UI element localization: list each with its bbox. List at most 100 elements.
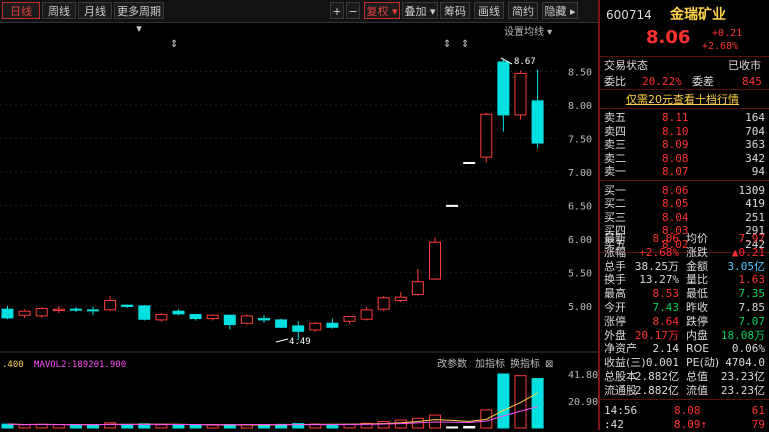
stat-row: 外盘 20.17万 内盘 18.08万 [600, 328, 769, 343]
candle-body [18, 310, 31, 316]
stat-value: 7.35 [738, 287, 766, 301]
stat-label: 总股本 [604, 370, 637, 383]
volume-bar [87, 424, 99, 429]
candle-body [394, 296, 407, 301]
tab-more-periods[interactable]: 更多周期 ▾ [114, 2, 164, 35]
candle-body [360, 309, 373, 320]
candle-body [258, 318, 270, 321]
ask-price: 8.07 [662, 165, 689, 178]
stat-label: 涨跌 [686, 245, 708, 259]
promo-link[interactable]: 仅需20元查看十档行情 [600, 92, 769, 107]
ask-row[interactable]: 卖一 8.07 94 [600, 164, 769, 179]
stat-label: 今开 [604, 301, 626, 314]
ask-volume: 94 [751, 165, 765, 178]
price-tick-label: 7.00 [568, 168, 592, 179]
stat-value: 2.14 [652, 342, 680, 356]
overlay-dropdown[interactable]: 叠加 ▾ [402, 2, 438, 19]
stat-row: 今开 7.43 昨收 7.85 [600, 300, 769, 315]
stat-row: 换手 13.27% 量比 1.63 [600, 272, 769, 287]
volume-bar [52, 424, 65, 429]
stat-value: ▲0.21 [731, 245, 765, 259]
stat-value: 4704.0 [725, 356, 765, 370]
stat-value: 18.08万 [720, 328, 765, 342]
stat-row: 收益(三) 0.001 PE(动) 4704.0 [600, 355, 769, 370]
tab-monthly[interactable]: 月线 [78, 2, 112, 19]
candle-body [292, 325, 305, 332]
stock-header: 600714 金瑞矿业 [600, 6, 769, 24]
fuquan-dropdown[interactable]: 复权 ▾ [364, 2, 400, 19]
candle-body [189, 314, 202, 320]
ma-settings-link[interactable]: 设置均线 ▾ [504, 25, 552, 38]
hide-panel-button[interactable]: 隐藏 ▸ [542, 2, 578, 19]
stat-label: 总值 [686, 370, 708, 383]
candle-body [87, 309, 99, 312]
volume-bar [69, 424, 82, 429]
weicha-value: 845 [742, 75, 762, 88]
candle-body [155, 314, 168, 321]
event-marker-icon[interactable]: ⇕ [170, 39, 178, 50]
stat-value: 0.001 [645, 356, 679, 370]
chouma-button[interactable]: 筹码 [440, 2, 470, 19]
volume-bar [326, 424, 339, 429]
stat-label: 最低 [686, 287, 708, 301]
stat-label: 收益(三) [604, 356, 646, 370]
promo-text: 仅需20元查看十档行情 [626, 93, 739, 106]
draw-line-button[interactable]: 画线 [474, 2, 504, 19]
tab-weekly[interactable]: 周线 [42, 2, 76, 19]
stat-label: 外盘 [604, 328, 626, 342]
volume-bar [463, 425, 476, 429]
candle-body [35, 308, 48, 317]
volume-bar [531, 378, 544, 429]
price-change-pct: +2.68% [702, 41, 739, 52]
tick-row[interactable]: 14:56 8.08 61 [600, 403, 769, 418]
volume-bar [121, 423, 134, 429]
price-axis: 8.50 8.00 7.50 7.00 6.50 6.00 5.50 5.00 [568, 67, 592, 312]
stock-name: 金瑞矿业 [670, 7, 726, 23]
price-tick-label: 5.50 [568, 268, 592, 279]
stat-value: 20.17万 [634, 328, 679, 342]
stat-value: +2.68% [639, 245, 679, 259]
event-marker-icon[interactable]: ⇕ [443, 39, 451, 50]
stat-value: 7.07 [738, 314, 766, 328]
candle-body [240, 315, 253, 324]
stat-row: 净资产 2.14 ROE 0.06% [600, 341, 769, 356]
stat-row: 最新 8.06 均价 7.97 [600, 231, 769, 246]
switch-indicator-button[interactable]: 换指标 [510, 357, 540, 370]
zoom-in-button[interactable]: + [330, 2, 344, 19]
stat-value: 2.882亿 [634, 370, 679, 383]
stat-value: 0.06% [731, 342, 765, 356]
stat-value: 8.53 [652, 287, 680, 301]
chart-grid [0, 70, 560, 307]
stat-label: 流值 [686, 383, 708, 397]
price-tick-label: 8.50 [568, 67, 592, 78]
stock-code: 600714 [606, 8, 652, 22]
tick-time: 14:56 [604, 404, 638, 417]
stat-row: 流通股 2.882亿 流值 23.23亿 [600, 383, 769, 398]
add-indicator-button[interactable]: 加指标 [475, 357, 505, 370]
price-tick-label: 6.00 [568, 235, 592, 246]
event-marker-icon[interactable]: ⇕ [461, 39, 469, 50]
stat-row: 总股本 2.882亿 总值 23.23亿 [600, 369, 769, 384]
volume-bar [206, 424, 219, 429]
volume-bar [514, 375, 527, 429]
volume-bar [104, 422, 117, 429]
high-price-label: 8.67 [514, 57, 536, 67]
zoom-out-button[interactable]: − [346, 2, 360, 19]
candle-body [463, 161, 476, 164]
stat-value: 7.85 [738, 301, 766, 314]
change-params-button[interactable]: 改参数 [437, 357, 467, 370]
tab-daily[interactable]: 日线 [2, 2, 40, 19]
candle-body [206, 314, 219, 320]
price-tick-label: 8.00 [568, 101, 592, 112]
volume-legend-value: .400 [2, 360, 24, 370]
close-indicator-icon[interactable]: ⊠ [545, 359, 553, 370]
kline-chart[interactable]: 8.50 8.00 7.50 7.00 6.50 6.00 5.50 5.00 41.80 20… [0, 22, 598, 430]
candle-body [326, 322, 339, 328]
stat-value: 23.23亿 [720, 370, 765, 383]
weibi-value: 20.22% [642, 75, 682, 88]
volume-legend-ma: MAVOL2:189201.900 [34, 360, 126, 370]
simple-mode-button[interactable]: 简约 [508, 2, 538, 19]
stat-label: 均价 [686, 232, 708, 245]
status-label: 交易状态 [604, 59, 648, 72]
current-price: 8.06 [646, 27, 691, 48]
